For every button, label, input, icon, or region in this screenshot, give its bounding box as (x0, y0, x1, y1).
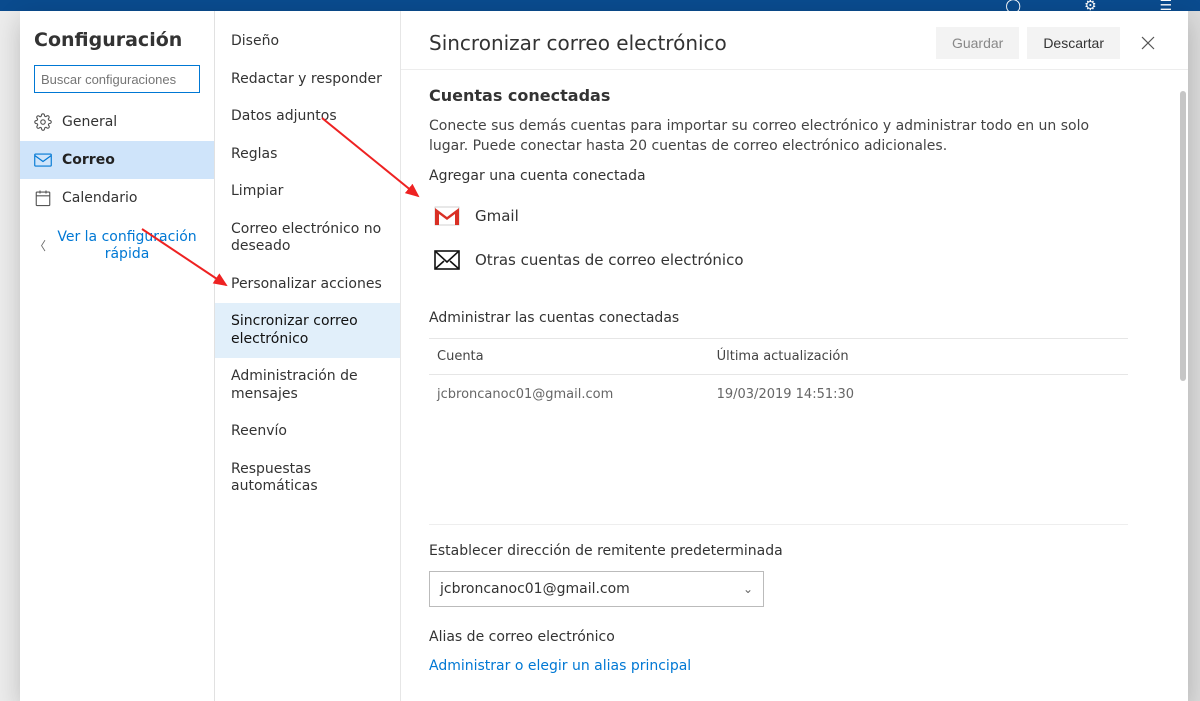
subnav-item[interactable]: Administración de mensajes (215, 358, 400, 413)
main-header: Sincronizar correo electrónico Guardar D… (401, 11, 1188, 70)
main-body: Cuentas conectadas Conecte sus demás cue… (401, 70, 1188, 701)
mail-icon (34, 151, 52, 169)
table-row[interactable]: jcbroncanoc01@gmail.com19/03/2019 14:51:… (429, 375, 1128, 415)
table-head-updated: Última actualización (709, 339, 1128, 375)
default-from-value: jcbroncanoc01@gmail.com (440, 581, 630, 597)
manage-accounts-heading: Administrar las cuentas conectadas (429, 310, 1128, 326)
cell-updated: 19/03/2019 14:51:30 (709, 375, 1128, 415)
category-label: Correo (62, 152, 115, 168)
add-account-label: Agregar una cuenta conectada (429, 168, 1128, 184)
gear-icon (34, 113, 52, 131)
category-list: General Correo Calendario (20, 103, 214, 217)
settings-sidebar: Configuración General Correo Cal (20, 11, 215, 701)
alias-heading: Alias de correo electrónico (429, 629, 1128, 645)
subnav-item[interactable]: Reglas (215, 136, 400, 174)
quick-view-label: Ver la configuración rápida (54, 229, 200, 263)
subnav-item[interactable]: Respuestas automáticas (215, 451, 400, 506)
chevron-down-icon: ⌄ (743, 582, 753, 596)
quick-view-link[interactable]: 〈 Ver la configuración rápida (20, 217, 214, 275)
connected-accounts-table: Cuenta Última actualización jcbroncanoc0… (429, 338, 1128, 414)
settings-main: Sincronizar correo electrónico Guardar D… (401, 11, 1188, 701)
subnav-item[interactable]: Reenvío (215, 413, 400, 451)
add-other-email-option[interactable]: Otras cuentas de correo electrónico (429, 238, 1128, 282)
table-head-account: Cuenta (429, 339, 709, 375)
cell-account: jcbroncanoc01@gmail.com (429, 375, 709, 415)
connected-accounts-description: Conecte sus demás cuentas para importar … (429, 117, 1128, 156)
subnav-item[interactable]: Sincronizar correo electrónico (215, 303, 400, 358)
add-gmail-option[interactable]: Gmail (429, 194, 1128, 238)
subnav-item[interactable]: Diseño (215, 23, 400, 61)
category-label: Calendario (62, 190, 137, 206)
subnav-item[interactable]: Limpiar (215, 173, 400, 211)
save-button[interactable]: Guardar (936, 27, 1019, 59)
search-input[interactable] (34, 65, 200, 93)
settings-dialog: Configuración General Correo Cal (20, 11, 1188, 701)
chevron-left-icon: 〈 (34, 237, 46, 254)
subnav-item[interactable]: Datos adjuntos (215, 98, 400, 136)
other-email-label: Otras cuentas de correo electrónico (475, 251, 744, 269)
close-icon[interactable] (1132, 27, 1164, 59)
subnav-item[interactable]: Correo electrónico no deseado (215, 211, 400, 266)
category-label: General (62, 114, 117, 130)
category-calendar[interactable]: Calendario (20, 179, 214, 217)
main-heading: Sincronizar correo electrónico (429, 31, 928, 55)
envelope-icon (433, 246, 461, 274)
category-mail[interactable]: Correo (20, 141, 214, 179)
scrollbar-thumb[interactable] (1180, 91, 1186, 381)
subnav-item[interactable]: Redactar y responder (215, 61, 400, 99)
alias-link[interactable]: Administrar o elegir un alias principal (429, 658, 691, 674)
connected-accounts-heading: Cuentas conectadas (429, 86, 1128, 105)
discard-button[interactable]: Descartar (1027, 27, 1120, 59)
gmail-icon (433, 202, 461, 230)
default-from-heading: Establecer dirección de remitente predet… (429, 543, 1128, 559)
subnav-item[interactable]: Personalizar acciones (215, 266, 400, 304)
section-divider (429, 524, 1128, 525)
default-from-select[interactable]: jcbroncanoc01@gmail.com ⌄ (429, 571, 764, 607)
category-general[interactable]: General (20, 103, 214, 141)
gmail-label: Gmail (475, 207, 519, 225)
settings-title: Configuración (20, 29, 214, 65)
subnav-list: DiseñoRedactar y responderDatos adjuntos… (215, 23, 400, 506)
calendar-icon (34, 189, 52, 207)
settings-subnav: DiseñoRedactar y responderDatos adjuntos… (215, 11, 401, 701)
